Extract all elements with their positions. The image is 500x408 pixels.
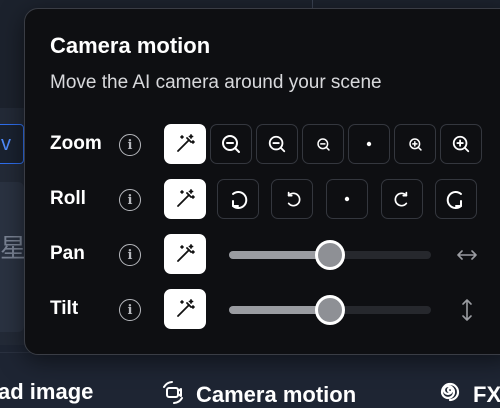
popover-title: Camera motion <box>50 33 211 58</box>
tilt-info-icon[interactable]: i <box>119 299 141 321</box>
pan-slider[interactable] <box>229 240 431 270</box>
tilt-slider[interactable] <box>229 295 431 325</box>
toolbar-item-fx-label: FX <box>473 382 500 407</box>
tilt-auto-button[interactable] <box>164 289 206 329</box>
tilt-slider-thumb[interactable] <box>315 295 345 325</box>
zoom-out-strong-button[interactable] <box>210 124 252 164</box>
zoom-info-icon[interactable]: i <box>119 134 141 156</box>
roll-right-strong-button[interactable] <box>435 179 477 219</box>
toolbar-item-camera-motion-label: Camera motion <box>196 382 357 407</box>
toolbar-item-image-label: ad image <box>0 379 94 404</box>
toolbar-item-image[interactable]: ad image <box>0 379 93 405</box>
roll-label: Roll <box>50 188 86 209</box>
rotate-cw-small-icon <box>394 191 407 207</box>
zoom-in-slight-button[interactable] <box>394 124 436 164</box>
vertical-arrows-icon <box>459 297 475 328</box>
magic-wand-icon <box>177 189 195 207</box>
zoom-none-button[interactable] <box>348 124 390 164</box>
magic-wand-icon <box>177 244 195 262</box>
zoom-out-icon <box>268 135 286 153</box>
zoom-in-icon <box>452 135 470 153</box>
camera-motion-icon <box>160 379 186 408</box>
horizontal-arrows-icon <box>455 245 479 270</box>
toolbar-item-fx[interactable]: FX <box>437 379 500 408</box>
rotate-ccw-icon <box>232 191 248 209</box>
background-prompt-card[interactable]: 星 <box>0 182 24 332</box>
pan-label: Pan <box>50 243 85 264</box>
magic-wand-icon <box>177 134 195 152</box>
rotate-cw-icon <box>446 191 462 209</box>
zoom-out-button[interactable] <box>256 124 298 164</box>
pan-auto-button[interactable] <box>164 234 206 274</box>
zoom-in-small-icon <box>408 137 422 151</box>
dot-icon <box>366 141 372 147</box>
zoom-in-button[interactable] <box>440 124 482 164</box>
popover-subtitle: Move the AI camera around your scene <box>50 72 382 93</box>
background-dropdown-chip[interactable]: v <box>0 124 24 164</box>
fx-spiral-icon <box>437 379 463 408</box>
camera-motion-popover: Camera motion Move the AI camera around … <box>24 8 500 355</box>
roll-info-icon[interactable]: i <box>119 189 141 211</box>
tilt-label: Tilt <box>50 298 79 319</box>
zoom-out-slight-button[interactable] <box>302 124 344 164</box>
zoom-auto-button[interactable] <box>164 124 206 164</box>
zoom-label: Zoom <box>50 133 102 154</box>
pan-info-icon[interactable]: i <box>119 244 141 266</box>
toolbar-item-camera-motion[interactable]: Camera motion <box>160 379 356 408</box>
zoom-out-icon <box>222 135 240 153</box>
pan-slider-thumb[interactable] <box>315 240 345 270</box>
magic-wand-icon <box>177 299 195 317</box>
zoom-out-small-icon <box>316 137 330 151</box>
rotate-ccw-small-icon <box>287 191 300 207</box>
roll-left-button[interactable] <box>271 179 313 219</box>
dot-icon <box>344 196 350 202</box>
header-divider <box>312 0 313 8</box>
roll-auto-button[interactable] <box>164 179 206 219</box>
roll-left-strong-button[interactable] <box>217 179 259 219</box>
roll-right-button[interactable] <box>381 179 423 219</box>
roll-none-button[interactable] <box>326 179 368 219</box>
